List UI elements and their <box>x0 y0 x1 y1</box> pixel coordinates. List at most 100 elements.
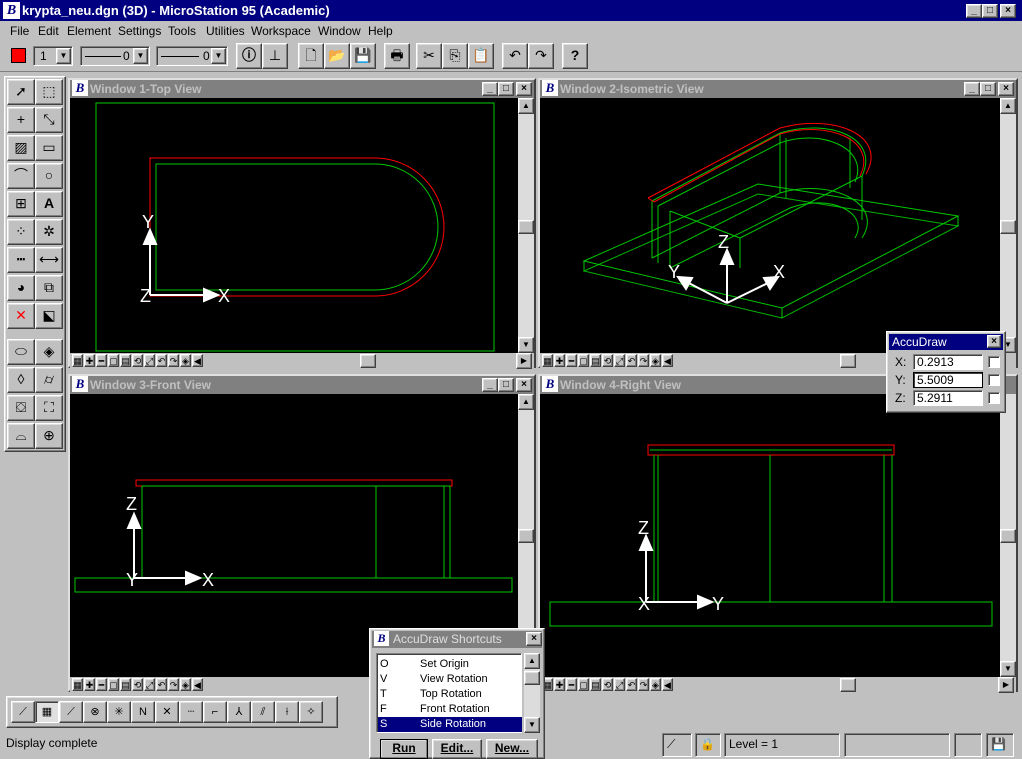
fillet-tool[interactable]: ⌓ <box>7 423 35 449</box>
view-2-vertical-scrollbar[interactable]: ▲ ▼ <box>1000 98 1016 353</box>
list-item[interactable]: O Set Origin <box>378 657 522 672</box>
new-file-button[interactable]: 🗋 <box>298 43 324 69</box>
snap-mode-indicator[interactable]: ⟋ <box>662 733 692 757</box>
zoom-in-icon[interactable]: ✚ <box>84 354 95 367</box>
view-4-vertical-scrollbar[interactable]: ▼ <box>1000 394 1016 677</box>
accudraw-z-field[interactable]: 5.2911 <box>913 390 983 406</box>
redo-button[interactable]: ↷ <box>528 43 554 69</box>
print-button[interactable]: 🖶 <box>384 43 410 69</box>
view-2-minimize-button[interactable]: _ <box>964 82 980 96</box>
accudraw-z-lock-checkbox[interactable] <box>988 392 1000 404</box>
view-1-canvas[interactable]: Y Z X <box>70 98 518 353</box>
fence-tool[interactable]: ⬚ <box>35 79 63 105</box>
fit-view-icon[interactable]: ▤ <box>120 354 131 367</box>
zoom-out-icon[interactable]: ━ <box>96 678 107 691</box>
bisector-snap-tool[interactable]: ⟊ <box>275 701 299 723</box>
scroll-left-button[interactable]: ◀ <box>192 354 203 367</box>
cylinder-tool[interactable]: ⌭ <box>35 367 63 393</box>
hatch-tool[interactable]: ▨ <box>7 135 35 161</box>
shortcuts-close-button[interactable]: × <box>526 632 542 646</box>
element-selection-tool[interactable]: ➚ <box>7 79 35 105</box>
delete-element-tool[interactable]: ✕ <box>7 303 35 329</box>
save-status-indicator[interactable]: 💾 <box>986 733 1014 757</box>
view-control-icon[interactable]: ▦ <box>542 354 553 367</box>
view-1-close-button[interactable]: × <box>516 82 532 96</box>
camera-icon[interactable]: ◈ <box>180 678 191 691</box>
element-info-button[interactable]: ⓘ <box>236 43 262 69</box>
rotate-view-icon[interactable]: ⟲ <box>132 354 143 367</box>
line-tool[interactable]: ⟋ <box>11 701 35 723</box>
view-control-icon[interactable]: ▦ <box>72 354 83 367</box>
menu-tools[interactable]: Tools <box>168 24 196 38</box>
scroll-down-button[interactable]: ▼ <box>518 337 534 353</box>
shortcuts-scrollbar[interactable]: ▲ ▼ <box>524 653 540 733</box>
undo-button[interactable]: ↶ <box>502 43 528 69</box>
scroll-thumb[interactable] <box>518 220 534 234</box>
pan-view-icon[interactable]: ⤢ <box>144 354 155 367</box>
fit-view-icon[interactable]: ▤ <box>120 678 131 691</box>
menu-file[interactable]: File <box>10 24 29 38</box>
fit-view-icon[interactable]: ▤ <box>590 678 601 691</box>
help-button[interactable]: ? <box>562 43 588 69</box>
rectangle-tool[interactable]: ▭ <box>35 135 63 161</box>
view-2-maximize-button[interactable]: □ <box>980 82 996 96</box>
view-previous-icon[interactable]: ↶ <box>626 678 637 691</box>
scroll-left-button[interactable]: ◀ <box>192 678 203 691</box>
chevron-down-icon[interactable]: ▼ <box>56 48 71 64</box>
pan-view-icon[interactable]: ⤢ <box>614 678 625 691</box>
boolean-tool[interactable]: ⊕ <box>35 423 63 449</box>
place-point-tool[interactable]: + <box>7 107 35 133</box>
intersection-snap-tool[interactable]: ✕ <box>155 701 179 723</box>
rotate-view-icon[interactable]: ⟲ <box>602 354 613 367</box>
circle-tool[interactable]: ○ <box>35 163 63 189</box>
horizontal-scroll-thumb[interactable] <box>840 678 856 692</box>
paste-button[interactable]: 📋 <box>468 43 494 69</box>
change-attributes-tool[interactable]: ◕ <box>7 275 35 301</box>
chevron-down-icon[interactable]: ▼ <box>211 48 226 64</box>
menu-element[interactable]: Element <box>67 24 111 38</box>
zoom-out-icon[interactable]: ━ <box>96 354 107 367</box>
list-item[interactable]: F Front Rotation <box>378 702 522 717</box>
scale-tool[interactable]: ⬕ <box>35 303 63 329</box>
camera-icon[interactable]: ◈ <box>180 354 191 367</box>
window-area-icon[interactable]: ▢ <box>578 678 589 691</box>
menu-settings[interactable]: Settings <box>118 24 161 38</box>
scroll-up-button[interactable]: ▲ <box>524 653 540 669</box>
view-3-maximize-button[interactable]: □ <box>498 378 514 392</box>
view-next-icon[interactable]: ↷ <box>638 678 649 691</box>
perpendicular-snap-tool[interactable]: ⌐ <box>203 701 227 723</box>
rotate-view-icon[interactable]: ⟲ <box>132 678 143 691</box>
scroll-up-button[interactable]: ▲ <box>518 394 534 410</box>
line-weight-combo[interactable]: 0 ▼ <box>156 46 228 66</box>
close-button[interactable]: × <box>1000 4 1016 18</box>
list-item[interactable]: T Top Rotation <box>378 687 522 702</box>
point-tool[interactable]: ⁘ <box>7 219 35 245</box>
shortcuts-list[interactable]: O Set Origin V View Rotation T Top Rotation… <box>376 653 522 733</box>
zoom-in-icon[interactable]: ✚ <box>84 678 95 691</box>
accudraw-x-field[interactable]: 0.2913 <box>913 354 983 370</box>
save-button[interactable]: 💾 <box>350 43 376 69</box>
menu-workspace[interactable]: Workspace <box>251 24 311 38</box>
view-3-minimize-button[interactable]: _ <box>482 378 498 392</box>
scroll-right-button[interactable]: ▶ <box>516 353 532 369</box>
cell-tool[interactable]: ⊞ <box>7 191 35 217</box>
grid-snap-tool[interactable]: ▦ <box>35 701 59 723</box>
scroll-thumb[interactable] <box>518 529 534 543</box>
view-previous-icon[interactable]: ↶ <box>156 354 167 367</box>
lock-indicator[interactable]: 🔒 <box>695 733 721 757</box>
view-next-icon[interactable]: ↷ <box>638 354 649 367</box>
chevron-down-icon[interactable]: ▼ <box>133 48 148 64</box>
view-4-canvas[interactable]: Z X Y <box>540 394 1000 677</box>
camera-icon[interactable]: ◈ <box>650 354 661 367</box>
level-combo[interactable]: 1 ▼ <box>33 46 73 66</box>
parallel-snap-tool[interactable]: ⫽ <box>251 701 275 723</box>
menu-help[interactable]: Help <box>368 24 393 38</box>
snap-tool[interactable]: ✲ <box>35 219 63 245</box>
scroll-down-button[interactable]: ▼ <box>524 717 540 733</box>
scroll-right-button[interactable]: ▶ <box>998 677 1014 693</box>
scroll-up-button[interactable]: ▲ <box>518 98 534 114</box>
open-file-button[interactable]: 📂 <box>324 43 350 69</box>
analyze-button[interactable]: ⊥ <box>262 43 288 69</box>
through-point-snap-tool[interactable]: ✧ <box>299 701 323 723</box>
surface-tool[interactable]: ⛋ <box>7 395 35 421</box>
